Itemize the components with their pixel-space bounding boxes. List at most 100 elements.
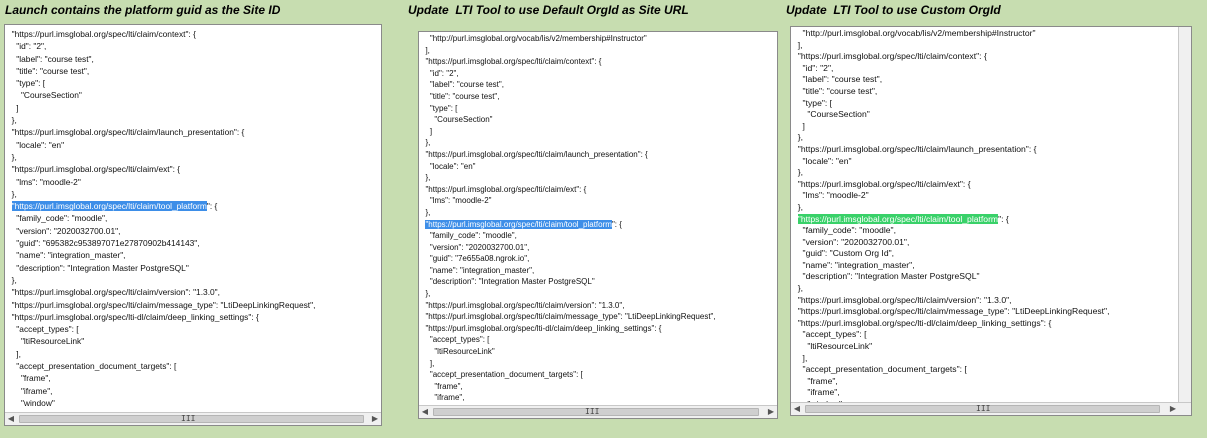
code-line: "CourseSection" (793, 109, 870, 120)
code-line: "id": "2", (421, 68, 459, 78)
code-line: "frame", (793, 375, 838, 386)
code-line: ], (7, 348, 21, 359)
scroll-left-icon[interactable]: ◀ (419, 406, 431, 418)
code-line: }, (7, 274, 17, 285)
scroll-right-icon[interactable]: ▶ (1167, 403, 1179, 415)
code-line: "family_code": "moodle", (793, 225, 896, 236)
horizontal-scrollbar[interactable]: ◀ III ▶ (419, 405, 777, 418)
scrollbar-grip-icon: III (585, 407, 600, 416)
code-line: }, (793, 283, 804, 294)
code-line: "CourseSection" (7, 90, 82, 101)
code-line: "https://purl.imsglobal.org/spec/lti-dl/… (7, 311, 259, 322)
code-line: "name": "integration_master", (421, 265, 535, 275)
code-line: "name": "integration_master", (793, 259, 915, 270)
json-code-1: "https://purl.imsglobal.org/spec/lti/cla… (7, 28, 381, 425)
code-line: "accept_types": [ (793, 329, 867, 340)
code-line: "description": "Integration Master Postg… (421, 277, 595, 287)
code-line: "https://purl.imsglobal.org/spec/lti-dl/… (421, 323, 662, 333)
code-line: "guid": "7e655a08.ngrok.io", (421, 254, 530, 264)
code-line: "https://purl.imsglobal.org/spec/lti/cla… (425, 219, 622, 229)
code-line: "label": "course test", (793, 74, 883, 85)
scroll-right-icon[interactable]: ▶ (765, 406, 777, 418)
code-line: }, (793, 201, 804, 212)
code-line: "https://purl.imsglobal.org/spec/lti/cla… (7, 299, 316, 310)
scroll-right-icon[interactable]: ▶ (369, 413, 381, 425)
code-line: ] (7, 102, 19, 113)
code-line: "label": "course test", (7, 53, 94, 64)
code-line: "ltiResourceLink" (7, 336, 85, 347)
scrollbar-grip-icon: III (976, 404, 991, 413)
code-line: ], (421, 358, 435, 368)
json-viewer-panel-2[interactable]: "http://purl.imsglobal.org/vocab/lis/v2/… (418, 31, 778, 419)
code-line: "family_code": "moodle", (421, 231, 517, 241)
code-line: "title": "course test", (793, 85, 878, 96)
code-line: "lms": "moodle-2" (7, 176, 81, 187)
code-line: "accept_types": [ (7, 324, 79, 335)
code-line: "type": [ (7, 78, 46, 89)
code-line: ], (793, 352, 808, 363)
code-line: }, (421, 207, 431, 217)
code-line: "https://purl.imsglobal.org/spec/lti/cla… (793, 306, 1110, 317)
code-line: "CourseSection" (421, 115, 493, 125)
code-line: "https://purl.imsglobal.org/spec/lti/cla… (7, 29, 196, 39)
code-line: "https://purl.imsglobal.org/spec/lti/cla… (421, 184, 587, 194)
code-line: }, (793, 167, 804, 178)
code-line: "frame", (7, 373, 51, 384)
code-line: "https://purl.imsglobal.org/spec/lti/cla… (7, 127, 245, 138)
code-line: ], (793, 39, 803, 50)
horizontal-scrollbar[interactable]: ◀ III ▶ (5, 412, 381, 425)
code-line: "label": "course test", (421, 80, 504, 90)
code-line: "description": "Integration Master Postg… (793, 271, 980, 282)
code-line: "accept_presentation_document_targets": … (793, 364, 967, 375)
scrollbar-grip-icon: III (181, 414, 196, 423)
vertical-scrollbar[interactable] (1178, 27, 1191, 403)
code-line: "frame", (421, 381, 463, 391)
json-viewer-panel-1[interactable]: "https://purl.imsglobal.org/spec/lti/cla… (4, 24, 382, 426)
panel-3-title: Update LTI Tool to use Custom OrgId (786, 3, 1001, 17)
code-line: "lms": "moodle-2" (421, 196, 492, 206)
code-line: "http://purl.imsglobal.org/vocab/lis/v2/… (421, 34, 647, 43)
code-line: "version": "2020032700.01", (793, 236, 910, 247)
code-line: "version": "2020032700.01", (7, 225, 121, 236)
horizontal-scrollbar[interactable]: ◀ III ▶ (791, 402, 1191, 415)
scroll-left-icon[interactable]: ◀ (791, 403, 803, 415)
code-line: "https://purl.imsglobal.org/spec/lti/cla… (793, 143, 1037, 154)
code-line: "locale": "en" (793, 155, 852, 166)
code-line: "name": "integration_master", (7, 250, 126, 261)
json-viewer-panel-3[interactable]: "http://purl.imsglobal.org/vocab/lis/v2/… (790, 26, 1192, 416)
json-code-2: "http://purl.imsglobal.org/vocab/lis/v2/… (421, 33, 777, 416)
code-line: "iframe", (793, 387, 840, 398)
code-line: "https://purl.imsglobal.org/spec/lti-dl/… (793, 317, 1052, 328)
code-line: }, (421, 289, 431, 299)
selected-text-highlight[interactable]: "https://purl.imsglobal.org/spec/lti/cla… (797, 213, 999, 224)
code-line: }, (793, 132, 804, 143)
code-line: }, (7, 151, 17, 162)
code-line: ] (421, 126, 433, 136)
code-line: "accept_presentation_document_targets": … (421, 370, 583, 380)
code-line: "locale": "en" (421, 161, 476, 171)
code-line: "version": "2020032700.01", (421, 242, 530, 252)
code-line: "window" (7, 397, 55, 408)
code-line: }, (7, 188, 17, 199)
code-line: "ltiResourceLink" (421, 347, 495, 357)
code-line: "title": "course test", (7, 65, 90, 76)
selected-text-highlight[interactable]: "https://purl.imsglobal.org/spec/lti/cla… (11, 201, 207, 212)
code-line: "https://purl.imsglobal.org/spec/lti/cla… (793, 51, 987, 62)
code-line: "https://purl.imsglobal.org/spec/lti/cla… (421, 312, 716, 322)
code-line: "https://purl.imsglobal.org/spec/lti/cla… (421, 57, 602, 67)
code-line: "type": [ (793, 97, 833, 108)
code-line: "https://purl.imsglobal.org/spec/lti/cla… (7, 164, 181, 175)
code-line: "type": [ (421, 103, 458, 113)
code-line: "iframe", (421, 393, 465, 403)
code-line: }, (7, 115, 17, 126)
scroll-left-icon[interactable]: ◀ (5, 413, 17, 425)
code-line: "lms": "moodle-2" (793, 190, 869, 201)
selected-text-highlight[interactable]: "https://purl.imsglobal.org/spec/lti/cla… (425, 219, 612, 229)
code-line: "description": "Integration Master Postg… (7, 262, 189, 273)
code-line: "family_code": "moodle", (7, 213, 108, 224)
code-line: "title": "course test", (421, 91, 500, 101)
code-line: "locale": "en" (7, 139, 65, 150)
code-line: "accept_presentation_document_targets": … (7, 361, 177, 372)
code-line: ] (793, 120, 805, 131)
code-line: "accept_types": [ (421, 335, 490, 345)
